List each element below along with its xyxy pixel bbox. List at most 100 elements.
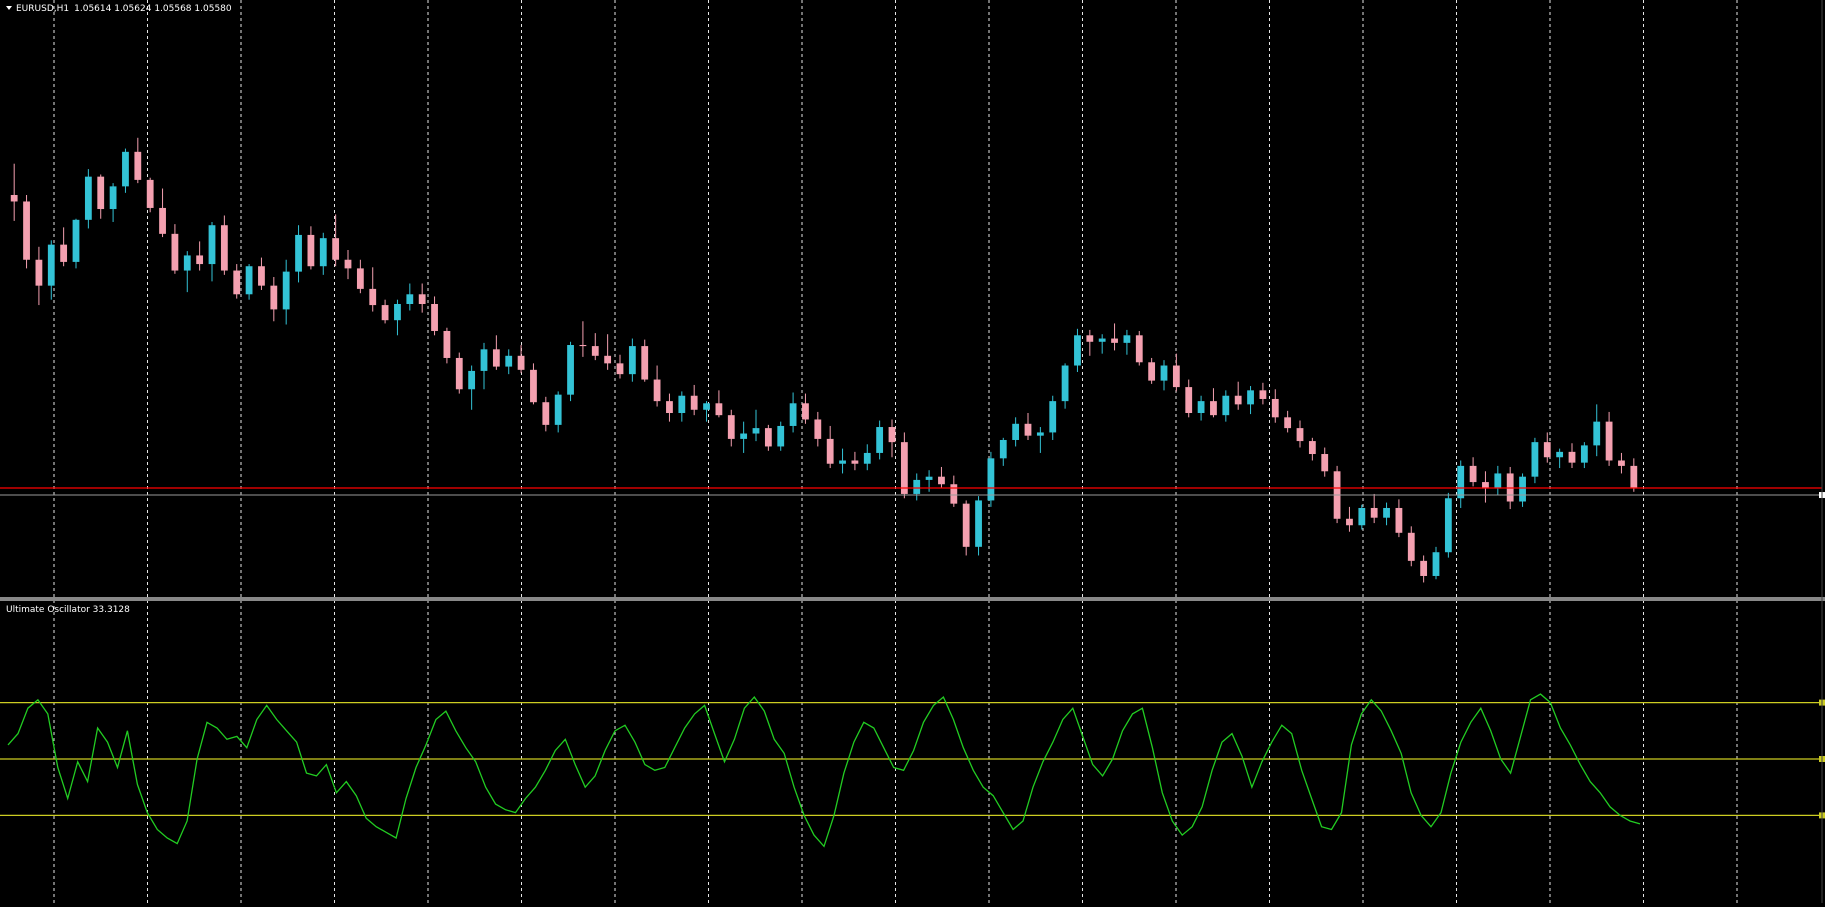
candle-body [1432, 552, 1440, 576]
candle-body [752, 428, 760, 434]
candle-body [851, 460, 859, 464]
candle-body [319, 238, 327, 267]
caret-down-icon [6, 6, 12, 10]
candle-body [455, 357, 463, 390]
candle-body [1234, 395, 1242, 405]
candle-body [245, 266, 253, 295]
candle-body [1358, 507, 1366, 526]
candle-body [1519, 476, 1526, 502]
open-value: 1.05614 [74, 4, 112, 14]
candle-body [764, 428, 772, 447]
candle-body [1395, 507, 1403, 533]
candle-body [975, 500, 982, 547]
candle-body [468, 370, 476, 390]
candle-body [1469, 465, 1477, 483]
candle-body [431, 304, 438, 331]
close-value: 1.05580 [194, 4, 232, 14]
candle-body [1407, 532, 1415, 561]
candle-body [1049, 401, 1057, 433]
candle-body [1259, 390, 1267, 399]
candles [10, 137, 1638, 583]
candle-body [567, 345, 574, 395]
candle-body [1098, 338, 1106, 342]
candle-body [1160, 365, 1168, 381]
current-price [0, 487, 1825, 499]
candle-body [604, 355, 612, 364]
candle-body [999, 439, 1007, 459]
candle-body [1308, 441, 1316, 455]
candle-body [1123, 335, 1131, 343]
candle-body [146, 179, 154, 208]
candle-body [554, 394, 562, 425]
oscillator [7, 693, 1641, 848]
candle-body [10, 194, 18, 202]
candle-body [715, 403, 723, 416]
oscillator-title: Ultimate Oscillator 33.3128 [6, 605, 130, 615]
candle-body [987, 458, 995, 501]
candle-body [1531, 442, 1539, 477]
candle-body [23, 201, 30, 260]
candle-body [295, 234, 302, 272]
candle-body [270, 285, 278, 310]
candle-body [579, 345, 587, 347]
candle-body [84, 176, 92, 220]
candle-body [492, 349, 500, 367]
candle-body [394, 304, 401, 321]
candle-body [1494, 473, 1502, 489]
oscillator-levels [0, 699, 1825, 819]
candle-body [35, 259, 43, 286]
candle-body [703, 403, 710, 410]
candle-body [1271, 398, 1279, 418]
candle-body [925, 476, 933, 480]
main-chart-header: EURUSD,H1 1.05614 1.05624 1.05568 1.05580 [6, 4, 232, 14]
candle-body [962, 503, 970, 547]
chart-canvas [0, 0, 1825, 903]
candle-body [72, 219, 80, 262]
candle-body [1210, 401, 1217, 416]
candle-body [1370, 507, 1378, 518]
candle-body [1024, 423, 1032, 436]
candle-body [950, 484, 958, 504]
candle-body [332, 238, 340, 260]
candle-body [1630, 465, 1638, 489]
candle-body [1086, 335, 1094, 342]
candle-body [1222, 395, 1230, 416]
pane-frame [0, 0, 1825, 903]
candle-body [1074, 335, 1081, 366]
candle-body [863, 452, 871, 464]
candle-body [443, 330, 451, 358]
candle-body [616, 363, 624, 375]
candle-body [196, 255, 204, 265]
candle-body [876, 427, 884, 453]
candle-body [1580, 445, 1588, 463]
candle-body [814, 419, 822, 439]
candle-body [97, 176, 105, 210]
candle-body [282, 271, 290, 310]
candle-body [628, 346, 636, 375]
candle-body [1543, 442, 1551, 458]
candle-body [517, 355, 525, 370]
candle-body [109, 186, 117, 210]
candle-body [233, 270, 241, 295]
symbol-label: EURUSD,H1 [16, 4, 70, 14]
candle-body [727, 415, 735, 439]
candle-body [678, 395, 686, 414]
candle-body [47, 244, 55, 286]
candle-body [1420, 560, 1428, 576]
oscillator-line [7, 693, 1641, 848]
pane-separator [0, 597, 1825, 601]
candle-body [1556, 451, 1564, 458]
candle-body [1593, 421, 1601, 446]
candle-body [1172, 365, 1180, 388]
candle-body [1321, 454, 1329, 472]
candle-body [740, 433, 748, 439]
candle-body [913, 479, 921, 494]
candle-body [1135, 335, 1143, 363]
high-value: 1.05624 [114, 4, 152, 14]
candle-body [134, 151, 142, 180]
candle-body [1197, 401, 1205, 414]
candle-body [122, 151, 129, 187]
candle-body [1247, 390, 1254, 405]
candle-body [1457, 465, 1465, 499]
candle-body [1111, 338, 1118, 343]
